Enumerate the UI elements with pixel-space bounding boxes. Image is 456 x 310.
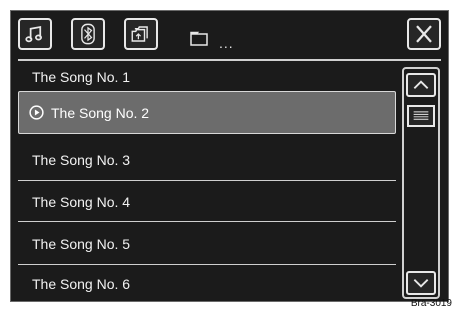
folder-icon bbox=[190, 31, 208, 46]
scroll-up-button[interactable] bbox=[406, 73, 436, 97]
scrollbar[interactable] bbox=[402, 67, 440, 299]
folder-path-ellipsis: ... bbox=[219, 35, 234, 51]
bluetooth-button[interactable] bbox=[71, 18, 105, 50]
list-item[interactable]: The Song No. 3 bbox=[18, 139, 396, 181]
list-item[interactable]: The Song No. 5 bbox=[18, 222, 396, 265]
song-title: The Song No. 4 bbox=[32, 193, 131, 210]
list-item-selected[interactable]: The Song No. 2 bbox=[18, 91, 396, 134]
chevron-down-icon bbox=[413, 279, 429, 288]
figure-reference-label: Bra-3019 bbox=[410, 298, 452, 309]
song-title: The Song No. 5 bbox=[32, 235, 131, 252]
list-item[interactable]: The Song No. 6 bbox=[18, 265, 396, 301]
chevron-up-icon bbox=[413, 80, 429, 89]
close-icon bbox=[416, 25, 432, 43]
media-screen: ... The Song No. 1 The Song No. 2 The So… bbox=[10, 10, 449, 302]
top-bar: ... bbox=[11, 11, 448, 61]
play-icon bbox=[29, 105, 44, 120]
song-list: The Song No. 1 The Song No. 2 The Song N… bbox=[18, 61, 396, 301]
song-title: The Song No. 6 bbox=[32, 276, 131, 292]
scroll-thumb-icon bbox=[413, 111, 429, 120]
folder-up-icon bbox=[131, 26, 148, 42]
list-item[interactable]: The Song No. 4 bbox=[18, 181, 396, 222]
song-title: The Song No. 1 bbox=[32, 69, 131, 85]
scroll-thumb[interactable] bbox=[407, 105, 435, 127]
music-source-button[interactable] bbox=[18, 18, 52, 50]
music-note-icon bbox=[25, 25, 42, 43]
scroll-down-button[interactable] bbox=[406, 271, 436, 295]
close-button[interactable] bbox=[407, 18, 441, 50]
folder-up-button[interactable] bbox=[124, 18, 158, 50]
song-title: The Song No. 2 bbox=[51, 104, 150, 121]
bluetooth-icon bbox=[81, 23, 95, 45]
song-title: The Song No. 3 bbox=[32, 152, 131, 168]
list-item[interactable]: The Song No. 1 bbox=[18, 63, 396, 91]
